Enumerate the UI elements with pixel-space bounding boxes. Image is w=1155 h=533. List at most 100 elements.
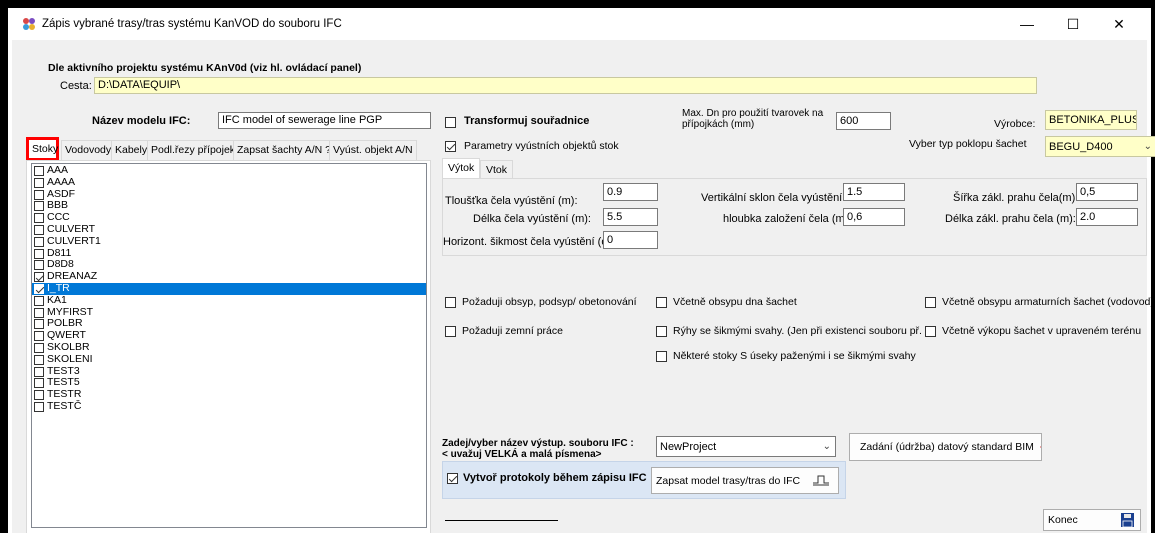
list-item-checkbox[interactable] [34, 260, 44, 271]
list-item-label: D8D8 [47, 258, 74, 271]
list-item-checkbox[interactable] [34, 307, 44, 318]
list-item-checkbox[interactable] [34, 354, 44, 365]
model-name-input[interactable]: IFC model of sewerage line PGP [218, 112, 431, 129]
list-item-checkbox[interactable] [34, 272, 44, 283]
dialog-body: Dle aktivního projektu systému KAnV0d (v… [12, 40, 1155, 533]
manhole-bottom-checkbox[interactable] [656, 297, 667, 308]
list-item[interactable]: CULVERT1 [32, 235, 426, 248]
list-item[interactable]: SKOLENI [32, 352, 426, 366]
tab-vodovody[interactable]: Vodovody [61, 140, 116, 160]
protocols-panel: Vytvoř protokoly během zápisu IFC Zapsat… [442, 461, 846, 499]
list-item[interactable]: AAAA [32, 176, 426, 189]
maximize-button[interactable]: ☐ [1050, 8, 1096, 40]
earthworks-checkbox[interactable] [445, 326, 456, 337]
list-item-label: MYFIRST [47, 305, 94, 318]
outlet-panel: Tloušťka čela vyústění (m): 0.9 Délka če… [442, 178, 1147, 256]
some-sewers-checkbox[interactable] [656, 351, 667, 362]
output-file-combo[interactable]: NewProject ⌄ [656, 436, 836, 457]
list-item[interactable]: AAA [32, 164, 426, 177]
tab-kabely[interactable]: Kabely [111, 140, 152, 160]
sloped-trench-checkbox[interactable] [656, 326, 667, 337]
source-note: Dle aktivního projektu systému KAnV0d (v… [48, 62, 362, 74]
list-item-checkbox[interactable] [34, 177, 44, 188]
manufacturer-field[interactable]: BETONIKA_PLUS [1045, 110, 1137, 130]
horiz-skew-input[interactable]: 0 [603, 231, 658, 249]
list-item-checkbox[interactable] [34, 295, 44, 306]
subtab-vtok[interactable]: Vtok [480, 160, 514, 180]
list-item-checkbox[interactable] [34, 201, 44, 212]
tab-stoky[interactable]: Stoky [26, 137, 59, 161]
length-label: Délka čela vyústění (m): [473, 213, 591, 225]
transform-checkbox[interactable] [445, 117, 456, 128]
list-item-checkbox[interactable] [34, 189, 44, 200]
list-item-label: CCC [47, 211, 70, 224]
path-field[interactable]: D:\DATA\EQUIP\ [94, 77, 1037, 94]
vert-slope-input[interactable]: 1.5 [843, 183, 905, 201]
stop-sign-icon [1039, 446, 1041, 448]
backfill-label: Požaduji obsyp, podsyp/ obetonování [462, 296, 637, 308]
sill-width-input[interactable]: 0,5 [1076, 183, 1138, 201]
list-item[interactable]: TESTČ [32, 400, 426, 413]
protocols-checkbox[interactable] [447, 473, 458, 484]
list-item-label: BBB [47, 199, 69, 212]
list-item-checkbox[interactable] [34, 366, 44, 377]
max-dn-input[interactable]: 600 [836, 112, 891, 130]
list-item[interactable]: POLBR [32, 317, 426, 330]
thickness-input[interactable]: 0.9 [603, 183, 658, 201]
end-button[interactable]: Konec [1043, 509, 1141, 531]
list-item[interactable]: QWERT [32, 329, 426, 342]
write-ifc-button[interactable]: Zapsat model trasy/tras do IFC [651, 467, 839, 494]
close-button[interactable]: ✕ [1096, 8, 1142, 40]
tab-zapsat-sachty[interactable]: Zapsat šachty A/N ? [233, 140, 335, 160]
write-ifc-label: Zapsat model trasy/tras do IFC [656, 474, 801, 487]
list-item-checkbox[interactable] [34, 166, 44, 176]
list-item-checkbox[interactable] [34, 331, 44, 342]
sill-length-input[interactable]: 2.0 [1076, 208, 1138, 226]
list-item-checkbox[interactable] [34, 378, 44, 389]
list-item-label: CULVERT [47, 222, 96, 235]
list-item-checkbox[interactable] [34, 236, 44, 247]
outlet-params-checkbox[interactable] [445, 141, 456, 152]
output-label-line1: Zadej/vyber název výstup. souboru IFC : [442, 438, 634, 449]
list-item-checkbox[interactable] [34, 319, 44, 330]
list-item[interactable]: DREANAZ [32, 270, 426, 283]
list-item-checkbox[interactable] [34, 342, 44, 353]
list-item-checkbox[interactable] [34, 213, 44, 224]
divider-line [445, 520, 558, 521]
subtab-vytok[interactable]: Výtok [442, 158, 481, 180]
list-item[interactable]: D811 [32, 247, 426, 260]
tab-podl-rezy[interactable]: Podl.řezy přípojek [147, 140, 240, 160]
list-item-label: SKOLENI [47, 352, 93, 365]
list-item[interactable]: TESTR [32, 388, 426, 401]
protocols-label: Vytvoř protokoly během zápisu IFC [463, 472, 647, 484]
output-file-value: NewProject [660, 441, 717, 453]
manhole-type-value: BEGU_D400 [1049, 141, 1113, 153]
list-item-checkbox[interactable] [34, 283, 44, 294]
bim-standard-button[interactable]: Zadání (údržba) datový standard BIM [849, 433, 1042, 461]
list-item-label: TESTR [47, 388, 82, 401]
excavation-checkbox[interactable] [925, 326, 936, 337]
manhole-type-select[interactable]: BEGU_D400 ⌄ [1045, 136, 1155, 157]
fitting-manholes-checkbox[interactable] [925, 297, 936, 308]
list-item-label: TEST5 [47, 376, 80, 389]
app-window: Zápis vybrané trasy/tras systému KanVOD … [8, 8, 1155, 533]
model-name-label: Název modelu IFC: [92, 115, 191, 127]
list-item-checkbox[interactable] [34, 401, 44, 412]
list-item-checkbox[interactable] [34, 224, 44, 235]
list-item-checkbox[interactable] [34, 390, 44, 401]
list-item-label: I_TR [47, 281, 70, 294]
list-item-checkbox[interactable] [34, 248, 44, 259]
backfill-checkbox[interactable] [445, 297, 456, 308]
list-item[interactable]: I_TR [32, 281, 426, 295]
some-sewers-label: Některé stoky S úseky paženými i se šikm… [673, 350, 916, 362]
minimize-button[interactable]: — [1004, 8, 1050, 40]
fitting-manholes-label: Včetně obsypu armaturních šachet (vodovo… [942, 296, 1154, 308]
list-item[interactable]: ASDF [32, 188, 426, 201]
list-item[interactable]: TEST5 [32, 376, 426, 389]
list-item[interactable]: BBB [32, 199, 426, 212]
length-input[interactable]: 5.5 [603, 208, 658, 226]
list-item[interactable]: MYFIRST [32, 305, 426, 319]
list-item[interactable]: TEST3 [32, 365, 426, 378]
tab-vyust-objekt[interactable]: Vyúst. objekt A/N [329, 140, 417, 160]
depth-input[interactable]: 0,6 [843, 208, 905, 226]
